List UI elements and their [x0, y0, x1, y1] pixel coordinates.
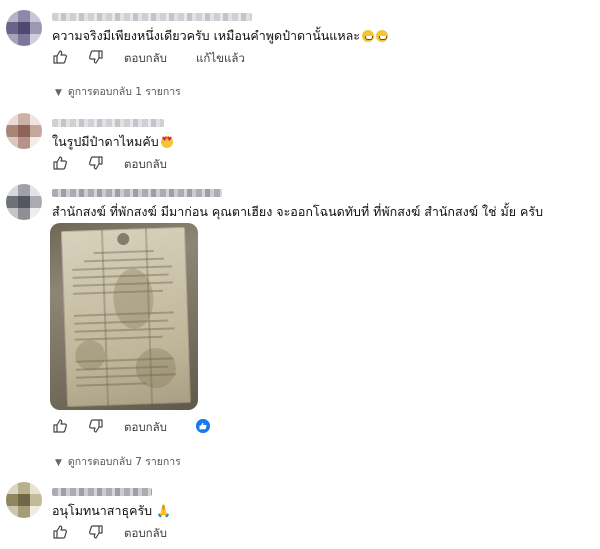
author-name-redacted[interactable] — [52, 13, 252, 21]
reply-button[interactable]: ตอบกลับ — [124, 50, 167, 68]
view-replies-button[interactable]: ▼ ดูการตอบกลับ 7 รายการ — [55, 453, 181, 470]
thumbs-down-icon[interactable] — [88, 418, 104, 434]
comment-text: สำนักสงฆ์ ที่พักสงฆ์ มีมาก่อน คุณตาเฮียง… — [52, 204, 544, 219]
avatar[interactable] — [6, 113, 42, 149]
thumbs-up-icon[interactable] — [52, 49, 68, 65]
comment-actions: ตอบกลับ — [52, 418, 252, 434]
view-replies-button[interactable]: ▼ ดูการตอบกลับ 1 รายการ — [55, 83, 181, 100]
thumbs-down-icon[interactable] — [88, 49, 104, 65]
chevron-down-icon: ▼ — [55, 88, 62, 98]
grin-emoji-icon — [375, 30, 388, 42]
grin-emoji-icon — [361, 30, 374, 42]
attached-photo[interactable] — [50, 223, 198, 410]
edited-label: แก้ไขแล้ว — [196, 51, 245, 65]
comment-text: อนุโมทนาสาธุครับ 🙏 — [52, 503, 172, 518]
reply-button[interactable]: ตอบกลับ — [124, 525, 167, 543]
heart-eyes-emoji-icon — [160, 136, 173, 148]
avatar[interactable] — [6, 10, 42, 46]
author-name-redacted[interactable] — [52, 119, 164, 127]
reply-button[interactable]: ตอบกลับ — [124, 156, 167, 174]
thumbs-down-icon[interactable] — [88, 524, 104, 540]
thumbs-up-icon[interactable] — [52, 418, 68, 434]
thumbs-up-icon[interactable] — [52, 524, 68, 540]
reply-button[interactable]: ตอบกลับ — [124, 419, 167, 437]
comment-text: ในรูปมีป๋าดาไหมคับ — [52, 134, 173, 150]
like-reaction-icon[interactable] — [195, 418, 211, 434]
folded-hands-emoji-icon: 🙏 — [156, 504, 172, 518]
land-deed-document-image — [60, 226, 192, 408]
comment-actions: ตอบกลับ — [52, 155, 252, 171]
comment-text: ความจริงมีเพียงหนึ่งเดียวครับ เหมือนคำพู… — [52, 28, 388, 44]
comment-actions: ตอบกลับ — [52, 524, 252, 540]
avatar[interactable] — [6, 482, 42, 518]
thumbs-up-icon[interactable] — [52, 155, 68, 171]
comment-actions: ตอบกลับ แก้ไขแล้ว — [52, 49, 312, 65]
avatar[interactable] — [6, 184, 42, 220]
author-name-redacted[interactable] — [52, 189, 222, 197]
author-name-redacted[interactable] — [52, 488, 152, 496]
seal-mark — [117, 232, 130, 246]
chevron-down-icon: ▼ — [55, 458, 62, 468]
thumbs-down-icon[interactable] — [88, 155, 104, 171]
